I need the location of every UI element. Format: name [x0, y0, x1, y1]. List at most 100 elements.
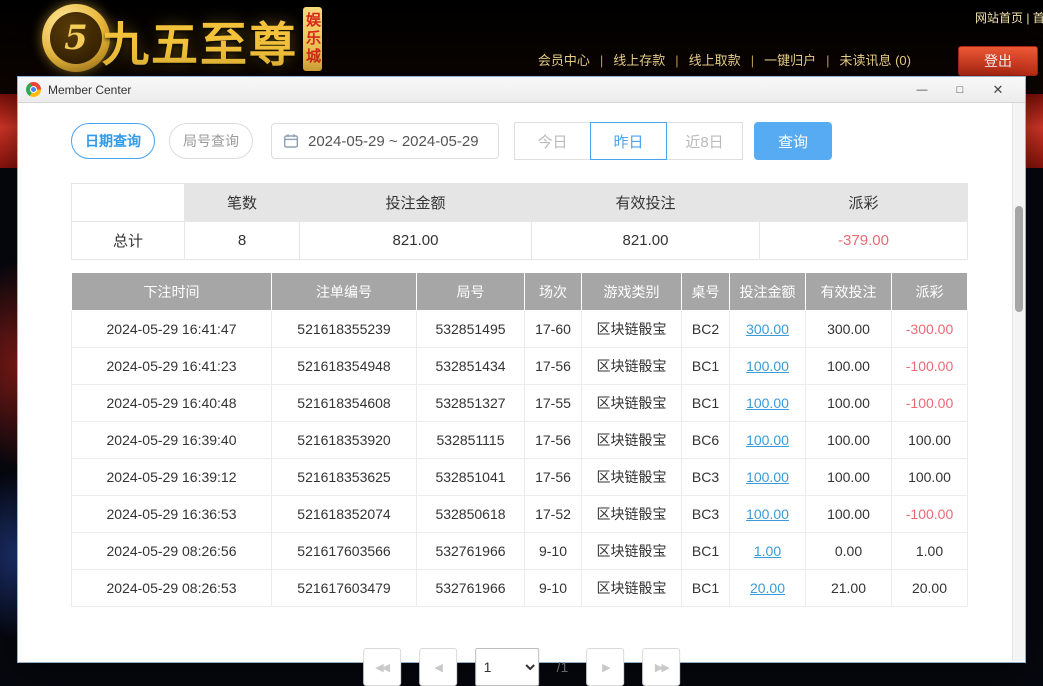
- page-total: /1: [557, 659, 569, 675]
- bet-amount-link[interactable]: 20.00: [750, 580, 785, 596]
- last8days-button[interactable]: 近8日: [666, 122, 743, 160]
- summary-header-row: 笔数 投注金额 有效投注 派彩: [72, 184, 968, 222]
- cell-bet-time: 2024-05-29 16:39:12: [72, 459, 272, 496]
- cell-session: 9-10: [525, 533, 582, 570]
- scrollbar-thumb[interactable]: [1015, 206, 1023, 312]
- bet-amount-link[interactable]: 100.00: [746, 506, 789, 522]
- next-page-icon[interactable]: ▶: [586, 648, 624, 686]
- nav-one-key-transfer[interactable]: 一键归户: [741, 50, 816, 69]
- bet-amount-link[interactable]: 100.00: [746, 395, 789, 411]
- cell-bet-id: 521618353625: [272, 459, 417, 496]
- maximize-icon[interactable]: □: [941, 78, 979, 102]
- cell-table-no: BC2: [682, 311, 730, 348]
- cell-round-id: 532851434: [417, 348, 525, 385]
- cell-game-type: 区块链骰宝: [582, 348, 682, 385]
- cell-valid-bet: 100.00: [806, 385, 892, 422]
- calendar-icon: [283, 133, 299, 149]
- window-scrollbar[interactable]: [1012, 103, 1025, 661]
- cell-round-id: 532851495: [417, 311, 525, 348]
- bet-amount-link[interactable]: 100.00: [746, 469, 789, 485]
- pagination: ◀◀ ◀ 1 /1 ▶ ▶▶: [363, 648, 681, 686]
- cell-bet-amount: 1.00: [730, 533, 806, 570]
- summary-header-bet: 投注金额: [300, 184, 532, 222]
- table-row: 2024-05-29 16:39:40 521618353920 5328511…: [72, 422, 968, 459]
- site-logo-name: 九五至尊: [102, 6, 298, 75]
- close-icon[interactable]: ✕: [979, 78, 1017, 102]
- top-links[interactable]: 网站首页 | 首页: [975, 9, 1043, 26]
- coin-number: 5: [50, 12, 102, 64]
- cell-round-id: 532761966: [417, 533, 525, 570]
- cell-session: 9-10: [525, 570, 582, 607]
- summary-valid: 821.00: [532, 222, 760, 260]
- cell-payout: 100.00: [892, 459, 968, 496]
- summary-header-payout: 派彩: [760, 184, 968, 222]
- cell-session: 17-55: [525, 385, 582, 422]
- site-logo-coin-icon: 5: [42, 4, 110, 72]
- filter-bar: 日期查询 局号查询 2024-05-29 ~ 2024-05-29 今日 昨日 …: [71, 122, 832, 160]
- table-row: 2024-05-29 16:41:23 521618354948 5328514…: [72, 348, 968, 385]
- cell-valid-bet: 0.00: [806, 533, 892, 570]
- today-button[interactable]: 今日: [514, 122, 591, 160]
- page-select[interactable]: 1: [475, 648, 539, 686]
- minimize-icon[interactable]: —: [903, 78, 941, 102]
- cell-bet-id: 521617603479: [272, 570, 417, 607]
- tab-round-query[interactable]: 局号查询: [169, 123, 253, 159]
- cell-valid-bet: 100.00: [806, 459, 892, 496]
- cell-bet-time: 2024-05-29 16:40:48: [72, 385, 272, 422]
- cell-table-no: BC1: [682, 348, 730, 385]
- cell-table-no: BC1: [682, 385, 730, 422]
- cell-session: 17-56: [525, 459, 582, 496]
- cell-game-type: 区块链骰宝: [582, 422, 682, 459]
- cell-valid-bet: 21.00: [806, 570, 892, 607]
- bet-amount-link[interactable]: 300.00: [746, 321, 789, 337]
- cell-bet-amount: 100.00: [730, 496, 806, 533]
- table-row: 2024-05-29 08:26:56 521617603566 5327619…: [72, 533, 968, 570]
- cell-table-no: BC6: [682, 422, 730, 459]
- nav-member-center[interactable]: 会员中心: [538, 50, 590, 69]
- site-logo-subtitle: 娱乐城: [303, 7, 322, 71]
- summary-header-blank: [72, 184, 185, 222]
- col-bet-id: 注单编号: [272, 273, 417, 311]
- cell-valid-bet: 100.00: [806, 422, 892, 459]
- cell-bet-time: 2024-05-29 16:36:53: [72, 496, 272, 533]
- cell-session: 17-56: [525, 422, 582, 459]
- cell-payout: 100.00: [892, 422, 968, 459]
- table-row: 2024-05-29 08:26:53 521617603479 5327619…: [72, 570, 968, 607]
- date-range-input[interactable]: 2024-05-29 ~ 2024-05-29: [271, 123, 499, 159]
- cell-bet-time: 2024-05-29 16:41:47: [72, 311, 272, 348]
- cell-valid-bet: 100.00: [806, 348, 892, 385]
- cell-bet-time: 2024-05-29 16:41:23: [72, 348, 272, 385]
- col-round-id: 局号: [417, 273, 525, 311]
- cell-bet-time: 2024-05-29 16:39:40: [72, 422, 272, 459]
- search-button[interactable]: 查询: [754, 122, 832, 160]
- cell-payout: -100.00: [892, 496, 968, 533]
- cell-payout: 1.00: [892, 533, 968, 570]
- cell-game-type: 区块链骰宝: [582, 311, 682, 348]
- cell-bet-amount: 100.00: [730, 422, 806, 459]
- logout-button[interactable]: 登出: [958, 46, 1038, 76]
- yesterday-button[interactable]: 昨日: [590, 122, 667, 160]
- table-row: 2024-05-29 16:39:12 521618353625 5328510…: [72, 459, 968, 496]
- bet-amount-link[interactable]: 100.00: [746, 358, 789, 374]
- table-row: 2024-05-29 16:40:48 521618354608 5328513…: [72, 385, 968, 422]
- prev-page-icon[interactable]: ◀: [419, 648, 457, 686]
- cell-payout: -300.00: [892, 311, 968, 348]
- cell-valid-bet: 300.00: [806, 311, 892, 348]
- bet-amount-link[interactable]: 1.00: [754, 543, 781, 559]
- col-session: 场次: [525, 273, 582, 311]
- col-table-no: 桌号: [682, 273, 730, 311]
- nav-withdraw[interactable]: 线上取款: [665, 50, 740, 69]
- bet-amount-link[interactable]: 100.00: [746, 432, 789, 448]
- cell-bet-amount: 100.00: [730, 348, 806, 385]
- cell-round-id: 532850618: [417, 496, 525, 533]
- window-titlebar[interactable]: Member Center — □ ✕: [18, 77, 1025, 103]
- first-page-icon[interactable]: ◀◀: [363, 648, 401, 686]
- last-page-icon[interactable]: ▶▶: [642, 648, 680, 686]
- nav-deposit[interactable]: 线上存款: [590, 50, 665, 69]
- cell-table-no: BC1: [682, 533, 730, 570]
- summary-header-valid: 有效投注: [532, 184, 760, 222]
- cell-bet-time: 2024-05-29 08:26:53: [72, 570, 272, 607]
- nav-unread-messages[interactable]: 未读讯息 (0): [816, 50, 911, 69]
- tab-date-query[interactable]: 日期查询: [71, 123, 155, 159]
- cell-bet-id: 521617603566: [272, 533, 417, 570]
